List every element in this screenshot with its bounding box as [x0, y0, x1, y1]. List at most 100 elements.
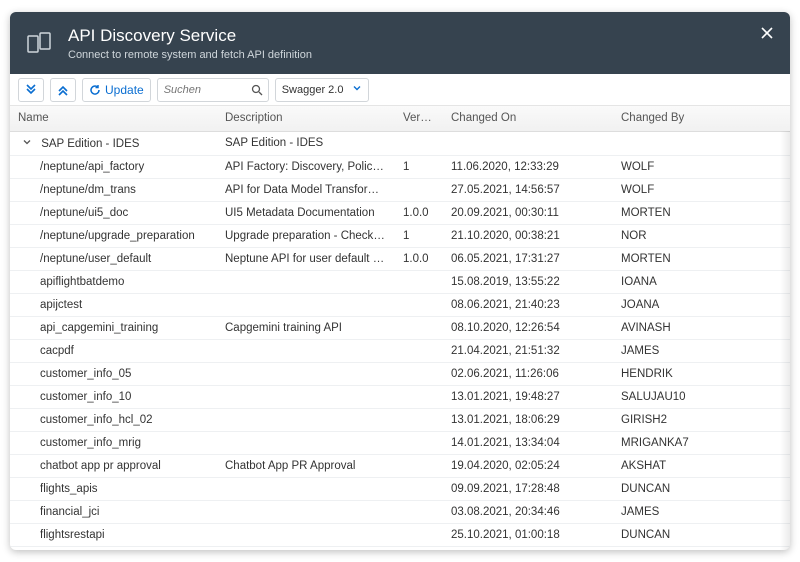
cell-changed_on: 13.03.2020, 16:43:16 [443, 546, 613, 550]
group-description: SAP Edition - IDES [217, 131, 395, 155]
cell-version [395, 362, 443, 385]
table-row[interactable]: customer_info_1013.01.2021, 19:48:27SALU… [10, 385, 790, 408]
cell-version: 1.0.0 [395, 201, 443, 224]
cell-name: customer_info_mrig [10, 431, 217, 454]
table-row[interactable]: cacpdf21.04.2021, 21:51:32JAMES [10, 339, 790, 362]
cell-name: chatbot app pr approval [10, 454, 217, 477]
cell-changed_on: 21.10.2020, 00:38:21 [443, 224, 613, 247]
cell-description [217, 293, 395, 316]
cell-description [217, 523, 395, 546]
cell-changed_by: NOR [613, 224, 790, 247]
table-row[interactable]: /neptune/dm_transAPI for Data Model Tran… [10, 178, 790, 201]
cell-changed_on: 02.06.2021, 11:26:06 [443, 362, 613, 385]
cell-description: API Factory: Discovery, Policy Assignmen… [217, 155, 395, 178]
cell-description [217, 385, 395, 408]
table-row[interactable]: customer_info_hcl_0213.01.2021, 18:06:29… [10, 408, 790, 431]
search-field[interactable] [157, 78, 269, 102]
table-row[interactable]: flights_apis09.09.2021, 17:28:48DUNCAN [10, 477, 790, 500]
col-description[interactable]: Description [217, 106, 395, 131]
cell-description: Upgrade preparation - Check for open Rep… [217, 224, 395, 247]
cell-name: /neptune/api_factory [10, 155, 217, 178]
table-row[interactable]: /neptune/user_defaultNeptune API for use… [10, 247, 790, 270]
cell-changed_on: 03.08.2021, 20:34:46 [443, 500, 613, 523]
cell-version: 1 [395, 155, 443, 178]
table-row[interactable]: /neptune/upgrade_preparationUpgrade prep… [10, 224, 790, 247]
cell-changed_by: JAMES [613, 339, 790, 362]
cell-changed_on: 11.06.2020, 12:33:29 [443, 155, 613, 178]
cell-version [395, 477, 443, 500]
cell-description: Neptune API for user default data [217, 247, 395, 270]
close-button[interactable] [756, 22, 778, 44]
table-scroll[interactable]: Name Description Version Changed On Chan… [10, 106, 790, 550]
cell-name: flights_apis [10, 477, 217, 500]
cell-changed_on: 08.10.2020, 12:26:54 [443, 316, 613, 339]
dialog-title: API Discovery Service [68, 26, 312, 46]
table-row[interactable]: apijctest08.06.2021, 21:40:23JOANA [10, 293, 790, 316]
cell-version [395, 454, 443, 477]
cell-description: UI5 Metadata Documentation [217, 201, 395, 224]
cell-changed_by: WOLF [613, 178, 790, 201]
col-changed-on[interactable]: Changed On [443, 106, 613, 131]
group-name: SAP Edition - IDES [41, 138, 139, 150]
table-row[interactable]: customer_info_mrig 14.01.2021, 13:34:04MR… [10, 431, 790, 454]
table-row[interactable]: financial_jci03.08.2021, 20:34:46JAMES [10, 500, 790, 523]
table-row[interactable]: /neptune/ui5_docUI5 Metadata Documentati… [10, 201, 790, 224]
table-body: SAP Edition - IDES SAP Edition - IDES /n… [10, 131, 790, 550]
cell-name: customer_info_hcl_02 [10, 408, 217, 431]
cell-changed_on: 14.01.2021, 13:34:04 [443, 431, 613, 454]
cell-description [217, 408, 395, 431]
collapse-all-button[interactable] [50, 78, 76, 102]
group-row[interactable]: SAP Edition - IDES SAP Edition - IDES [10, 131, 790, 155]
table-row[interactable]: customer_info_0502.06.2021, 11:26:06HEND… [10, 362, 790, 385]
col-version[interactable]: Version [395, 106, 443, 131]
table-row[interactable]: fligths demo 13.03.2020, 16:43:16DAVID [10, 546, 790, 550]
cell-name: customer_info_10 [10, 385, 217, 408]
cell-changed_by: AKSHAT [613, 454, 790, 477]
cell-changed_by: MRIGANKA7 [613, 431, 790, 454]
table-row[interactable]: api_capgemini_trainingCapgemini training… [10, 316, 790, 339]
cell-changed_by: AVINASH [613, 316, 790, 339]
cell-changed_by: DAVID [613, 546, 790, 550]
cell-changed_by: SALUJAU10 [613, 385, 790, 408]
format-select[interactable]: Swagger 2.0 [275, 78, 369, 102]
cell-description [217, 546, 395, 550]
cell-changed_by: GIRISH2 [613, 408, 790, 431]
cell-version [395, 408, 443, 431]
cell-changed_on: 06.05.2021, 17:31:27 [443, 247, 613, 270]
cell-description [217, 477, 395, 500]
search-icon [251, 84, 263, 96]
search-input[interactable] [164, 84, 252, 96]
dialog-subtitle: Connect to remote system and fetch API d… [68, 49, 312, 61]
table-row[interactable]: apiflightbatdemo15.08.2019, 13:55:22IOAN… [10, 270, 790, 293]
toolbar: Update Swagger 2.0 [10, 74, 790, 106]
cell-name: api_capgemini_training [10, 316, 217, 339]
cell-version [395, 385, 443, 408]
cell-version [395, 339, 443, 362]
table-row[interactable]: chatbot app pr approvalChatbot App PR Ap… [10, 454, 790, 477]
cell-description [217, 431, 395, 454]
update-button[interactable]: Update [82, 78, 151, 102]
cell-name: /neptune/upgrade_preparation [10, 224, 217, 247]
col-name[interactable]: Name [10, 106, 217, 131]
cell-version [395, 500, 443, 523]
chevron-down-icon[interactable] [22, 137, 34, 147]
cell-changed_by: MORTEN [613, 201, 790, 224]
cell-description: Chatbot App PR Approval [217, 454, 395, 477]
cell-name: customer_info_05 [10, 362, 217, 385]
cell-changed_by: DUNCAN [613, 523, 790, 546]
expand-all-button[interactable] [18, 78, 44, 102]
table-row[interactable]: /neptune/api_factoryAPI Factory: Discove… [10, 155, 790, 178]
chevron-down-icon [352, 83, 362, 96]
cell-changed_by: WOLF [613, 155, 790, 178]
cell-version [395, 293, 443, 316]
cell-version [395, 178, 443, 201]
table-row[interactable]: flightsrestapi25.10.2021, 01:00:18DUNCAN [10, 523, 790, 546]
cell-version [395, 546, 443, 550]
cell-description [217, 270, 395, 293]
cell-description: Capgemini training API [217, 316, 395, 339]
cell-name: fligths demo [10, 546, 217, 550]
update-label: Update [105, 83, 144, 97]
col-changed-by[interactable]: Changed By [613, 106, 790, 131]
cell-changed_by: IOANA [613, 270, 790, 293]
cell-version [395, 270, 443, 293]
